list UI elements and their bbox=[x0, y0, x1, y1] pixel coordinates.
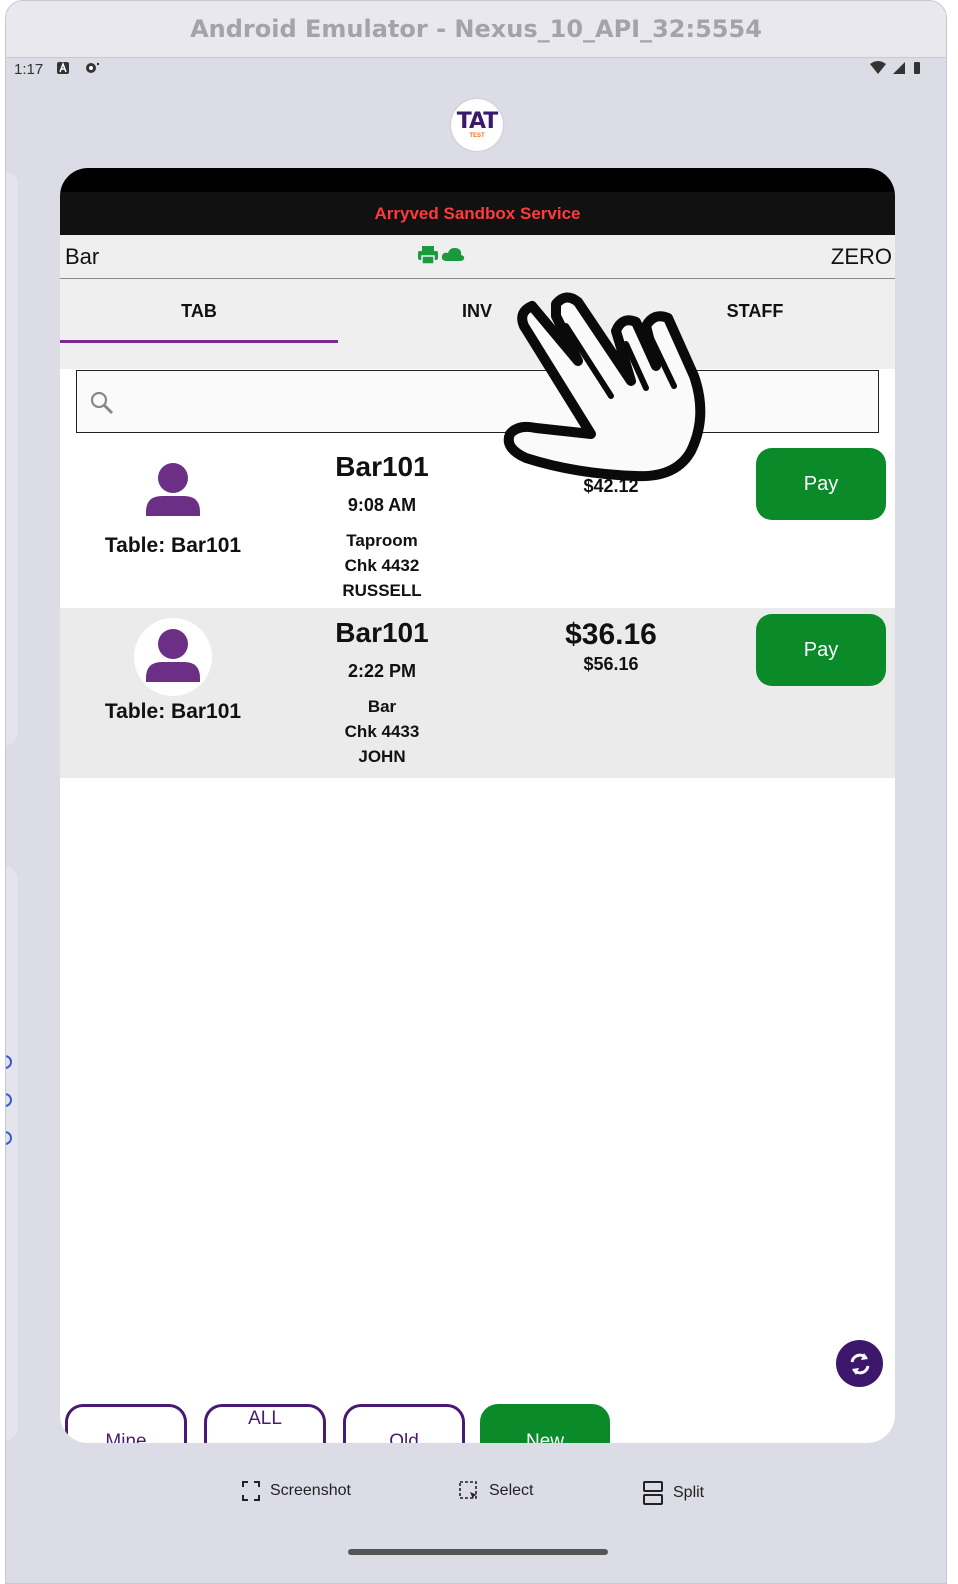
filter-all-button[interactable]: ALL bbox=[204, 1404, 326, 1443]
left-side-panel bbox=[6, 171, 18, 746]
check-name: Bar101 bbox=[335, 451, 429, 482]
pay-button[interactable]: Pay bbox=[756, 448, 886, 520]
check-time: 2:22 PM bbox=[347, 661, 417, 681]
table-label: Table: Bar101 bbox=[104, 700, 242, 723]
refresh-button[interactable] bbox=[836, 1340, 883, 1387]
select-button[interactable]: Select bbox=[459, 1481, 533, 1501]
filter-mine-button[interactable]: Mine bbox=[65, 1404, 187, 1443]
pay-button[interactable]: Pay bbox=[756, 614, 886, 686]
check-time: 9:08 AM bbox=[347, 495, 417, 515]
notification-a-icon bbox=[57, 61, 69, 74]
emulator-titlebar: Android Emulator - Nexus_10_API_32:5554 bbox=[6, 1, 946, 58]
check-number: Chk 4433 bbox=[344, 722, 420, 741]
emulator-window: Android Emulator - Nexus_10_API_32:5554 … bbox=[5, 0, 947, 1584]
check-server: JOHN bbox=[358, 747, 406, 766]
split-icon bbox=[643, 1481, 663, 1505]
mode-label: ZERO bbox=[830, 244, 892, 269]
person-icon bbox=[146, 463, 200, 516]
screenshot-icon bbox=[242, 1481, 260, 1501]
refresh-icon bbox=[850, 1352, 869, 1375]
logo-text: TAT bbox=[456, 109, 499, 134]
filter-label: Old bbox=[389, 1431, 419, 1443]
split-button[interactable]: Split bbox=[643, 1481, 704, 1505]
tab-bar: TAB INV STAFF bbox=[60, 279, 895, 369]
signal-icon bbox=[893, 62, 905, 74]
emulator-toolbar: Screenshot Select Split bbox=[6, 1481, 946, 1511]
check-server: RUSSELL bbox=[342, 581, 422, 600]
avatar bbox=[134, 618, 212, 696]
tab-tab[interactable]: TAB bbox=[60, 279, 338, 343]
cloud-icon bbox=[441, 247, 465, 261]
person-icon bbox=[146, 629, 200, 682]
screenshot-button[interactable]: Screenshot bbox=[242, 1481, 351, 1501]
check-amount: $36.16 bbox=[565, 618, 657, 651]
check-info: Bar101 9:08 AM Taproom Chk 4432 RUSSELL bbox=[308, 442, 456, 603]
search-icon bbox=[90, 391, 114, 415]
screenshot-label: Screenshot bbox=[270, 1482, 351, 1499]
check-name: Bar101 bbox=[335, 617, 429, 648]
check-location: Taproom bbox=[346, 531, 418, 550]
app-top-strip bbox=[60, 168, 895, 192]
filter-new-button[interactable]: New bbox=[480, 1404, 610, 1443]
home-indicator[interactable] bbox=[348, 1549, 608, 1555]
battery-icon bbox=[914, 62, 920, 74]
tab-label: TAB bbox=[181, 300, 217, 321]
app-screen: Arryved Sandbox Service Bar ZERO TAB INV… bbox=[60, 168, 895, 1443]
status-time: 1:17 bbox=[14, 61, 44, 78]
search-input[interactable] bbox=[123, 371, 867, 434]
table-row[interactable]: Table: Bar101 Bar101 2:22 PM Bar Chk 443… bbox=[60, 608, 895, 778]
table-label: Table: Bar101 bbox=[104, 534, 242, 557]
sync-icon bbox=[86, 62, 100, 73]
filter-label: Mine bbox=[105, 1431, 147, 1443]
filter-old-button[interactable]: Old bbox=[343, 1404, 465, 1443]
service-title: Arryved Sandbox Service bbox=[374, 203, 581, 223]
select-icon bbox=[459, 1481, 477, 1499]
table-row[interactable]: Table: Bar101 Bar101 9:08 AM Taproom Chk… bbox=[60, 442, 895, 612]
check-amounts: $36.16 $56.16 bbox=[530, 608, 692, 675]
filter-label: ALL bbox=[248, 1408, 282, 1429]
filter-label: New bbox=[525, 1431, 564, 1443]
filter-bar: Mine ALL Old New bbox=[60, 1404, 895, 1443]
info-bar: Bar ZERO bbox=[60, 235, 895, 279]
search-box bbox=[76, 370, 879, 434]
pointer-hand-icon bbox=[503, 292, 706, 482]
android-status-bar: 1:17 bbox=[6, 59, 946, 81]
app-logo: TAT TEST bbox=[451, 99, 503, 151]
service-bar: Arryved Sandbox Service bbox=[60, 192, 895, 235]
tab-label: STAFF bbox=[726, 300, 784, 321]
check-number: Chk 4432 bbox=[344, 556, 420, 575]
select-label: Select bbox=[489, 1482, 534, 1499]
emulator-title: Android Emulator - Nexus_10_API_32:5554 bbox=[190, 15, 762, 43]
wifi-icon bbox=[870, 61, 886, 74]
check-location: Bar bbox=[367, 697, 397, 716]
tab-label: INV bbox=[461, 300, 492, 321]
check-total: $56.16 bbox=[583, 654, 639, 674]
printer-icon bbox=[418, 246, 438, 264]
avatar bbox=[134, 452, 212, 530]
logo-subtext: TEST bbox=[469, 133, 485, 139]
location-label: Bar bbox=[65, 244, 100, 269]
left-side-panel-lower bbox=[6, 866, 18, 1441]
split-label: Split bbox=[673, 1484, 705, 1501]
check-info: Bar101 2:22 PM Bar Chk 4433 JOHN bbox=[308, 608, 456, 769]
